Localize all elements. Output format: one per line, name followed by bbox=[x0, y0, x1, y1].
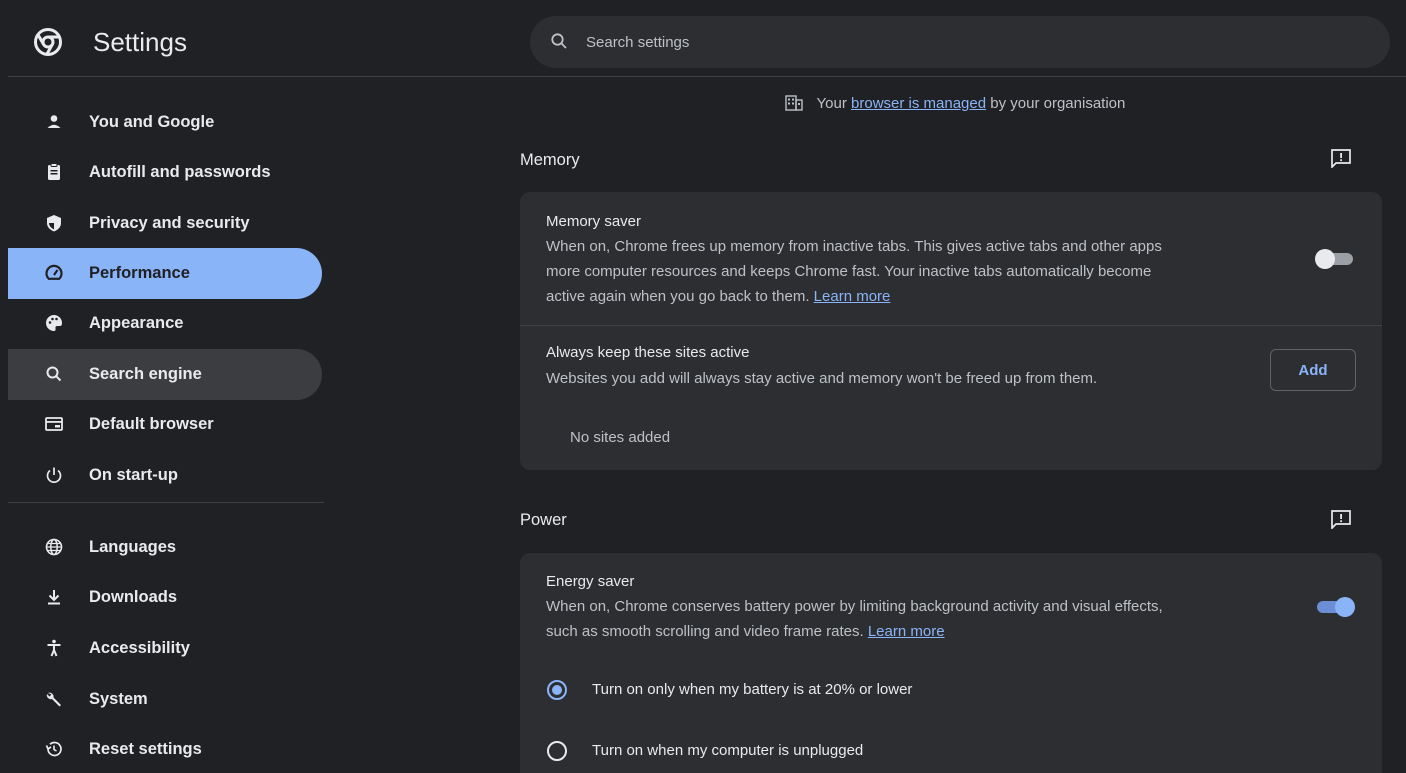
sidebar-item-label: Accessibility bbox=[89, 639, 190, 657]
memory-card: Memory saver When on, Chrome frees up me… bbox=[520, 192, 1382, 470]
sidebar-item-privacy[interactable]: Privacy and security bbox=[8, 198, 322, 249]
managed-link[interactable]: browser is managed bbox=[851, 95, 986, 112]
building-icon bbox=[784, 95, 803, 111]
feedback-icon[interactable] bbox=[1330, 509, 1352, 529]
energy-saver-desc-line: When on, Chrome conserves battery power … bbox=[546, 598, 1163, 615]
memory-saver-desc-line: more computer resources and keeps Chrome… bbox=[546, 263, 1152, 280]
memory-saver-title: Memory saver bbox=[546, 213, 642, 230]
sidebar-item-appearance[interactable]: Appearance bbox=[8, 298, 322, 349]
sidebar-item-system[interactable]: System bbox=[8, 674, 322, 725]
managed-notice: Your browser is managed by your organisa… bbox=[520, 95, 1390, 112]
memory-saver-description: When on, Chrome frees up memory from ina… bbox=[546, 234, 1162, 309]
power-icon bbox=[46, 467, 62, 483]
accessibility-icon bbox=[47, 639, 61, 657]
sidebar-divider bbox=[8, 502, 324, 503]
history-icon bbox=[45, 741, 62, 757]
sidebar-item-label: You and Google bbox=[89, 113, 215, 131]
palette-icon bbox=[46, 315, 62, 331]
speedometer-icon bbox=[45, 264, 63, 280]
learn-more-link[interactable]: Learn more bbox=[868, 623, 945, 640]
power-section-title: Power bbox=[520, 511, 567, 529]
power-card: Energy saver When on, Chrome conserves b… bbox=[520, 553, 1382, 773]
main-content: Your browser is managed by your organisa… bbox=[520, 87, 1390, 773]
settings-window: Settings You and Google Autofil bbox=[8, 8, 1406, 773]
energy-saver-desc-text: such as smooth scrolling and video frame… bbox=[546, 623, 864, 640]
sidebar-item-label: Default browser bbox=[89, 415, 214, 433]
search-icon bbox=[551, 33, 567, 49]
radio-selected-icon[interactable] bbox=[546, 679, 568, 701]
sidebar-item-label: On start-up bbox=[89, 466, 178, 484]
radio-unselected-icon[interactable] bbox=[546, 740, 568, 762]
memory-saver-desc-line: active again when you go back to them. L… bbox=[546, 284, 1162, 309]
memory-saver-desc-text: active again when you go back to them. bbox=[546, 288, 810, 305]
sidebar-item-label: Reset settings bbox=[89, 740, 202, 758]
row-divider bbox=[520, 325, 1382, 326]
sidebar-item-autofill[interactable]: Autofill and passwords bbox=[8, 147, 322, 198]
toggle-knob bbox=[1335, 597, 1355, 617]
sidebar-item-label: Appearance bbox=[89, 314, 184, 332]
sidebar-item-label: Autofill and passwords bbox=[89, 163, 271, 181]
memory-section-title: Memory bbox=[520, 151, 580, 169]
sidebar-item-languages[interactable]: Languages bbox=[8, 522, 322, 573]
sidebar-item-label: Performance bbox=[89, 264, 190, 282]
energy-saver-toggle[interactable] bbox=[1315, 596, 1355, 618]
managed-suffix: by your organisation bbox=[990, 95, 1126, 112]
sidebar-item-downloads[interactable]: Downloads bbox=[8, 572, 322, 623]
no-sites-label: No sites added bbox=[570, 429, 671, 446]
sidebar-item-reset-settings[interactable]: Reset settings bbox=[8, 724, 322, 773]
learn-more-link[interactable]: Learn more bbox=[814, 288, 891, 305]
sidebar-item-label: System bbox=[89, 690, 148, 708]
chrome-logo-icon bbox=[34, 28, 62, 56]
sidebar-item-label: Downloads bbox=[89, 588, 178, 606]
search-icon bbox=[46, 366, 62, 382]
radio-label: Turn on only when my battery is at 20% o… bbox=[592, 681, 913, 698]
sidebar-item-search-engine[interactable]: Search engine bbox=[8, 349, 322, 400]
sidebar-item-default-browser[interactable]: Default browser bbox=[8, 399, 322, 450]
download-icon bbox=[48, 590, 60, 605]
search-input[interactable] bbox=[586, 26, 1366, 58]
sidebar-item-you-and-google[interactable]: You and Google bbox=[8, 97, 322, 148]
always-active-description: Websites you add will always stay active… bbox=[546, 370, 1098, 387]
browser-window-icon bbox=[45, 417, 63, 431]
sidebar-item-accessibility[interactable]: Accessibility bbox=[8, 623, 322, 674]
shield-icon bbox=[47, 215, 61, 232]
wrench-icon bbox=[46, 692, 61, 707]
radio-label: Turn on when my computer is unplugged bbox=[592, 742, 864, 759]
clipboard-icon bbox=[48, 163, 60, 180]
page-title: Settings bbox=[93, 27, 187, 57]
feedback-icon[interactable] bbox=[1330, 148, 1352, 168]
globe-icon bbox=[45, 538, 63, 556]
sidebar-item-on-startup[interactable]: On start-up bbox=[8, 450, 322, 501]
sidebar-item-label: Search engine bbox=[89, 365, 202, 383]
person-icon bbox=[47, 115, 61, 128]
memory-saver-desc-line: When on, Chrome frees up memory from ina… bbox=[546, 238, 1162, 255]
toggle-knob bbox=[1315, 249, 1335, 269]
sidebar-item-label: Privacy and security bbox=[89, 214, 250, 232]
always-active-title: Always keep these sites active bbox=[546, 344, 750, 361]
energy-saver-title: Energy saver bbox=[546, 573, 635, 590]
sidebar-nav: You and Google Autofill and passwords Pr… bbox=[8, 87, 328, 773]
sidebar-item-performance[interactable]: Performance bbox=[8, 248, 322, 299]
managed-prefix: Your bbox=[816, 95, 847, 112]
search-bar[interactable] bbox=[530, 16, 1390, 68]
energy-saver-desc-line: such as smooth scrolling and video frame… bbox=[546, 619, 1163, 644]
energy-saver-description: When on, Chrome conserves battery power … bbox=[546, 594, 1163, 644]
add-site-button[interactable]: Add bbox=[1270, 349, 1356, 391]
memory-saver-toggle[interactable] bbox=[1315, 248, 1355, 270]
settings-header: Settings bbox=[8, 8, 1406, 77]
sidebar-item-label: Languages bbox=[89, 538, 177, 556]
